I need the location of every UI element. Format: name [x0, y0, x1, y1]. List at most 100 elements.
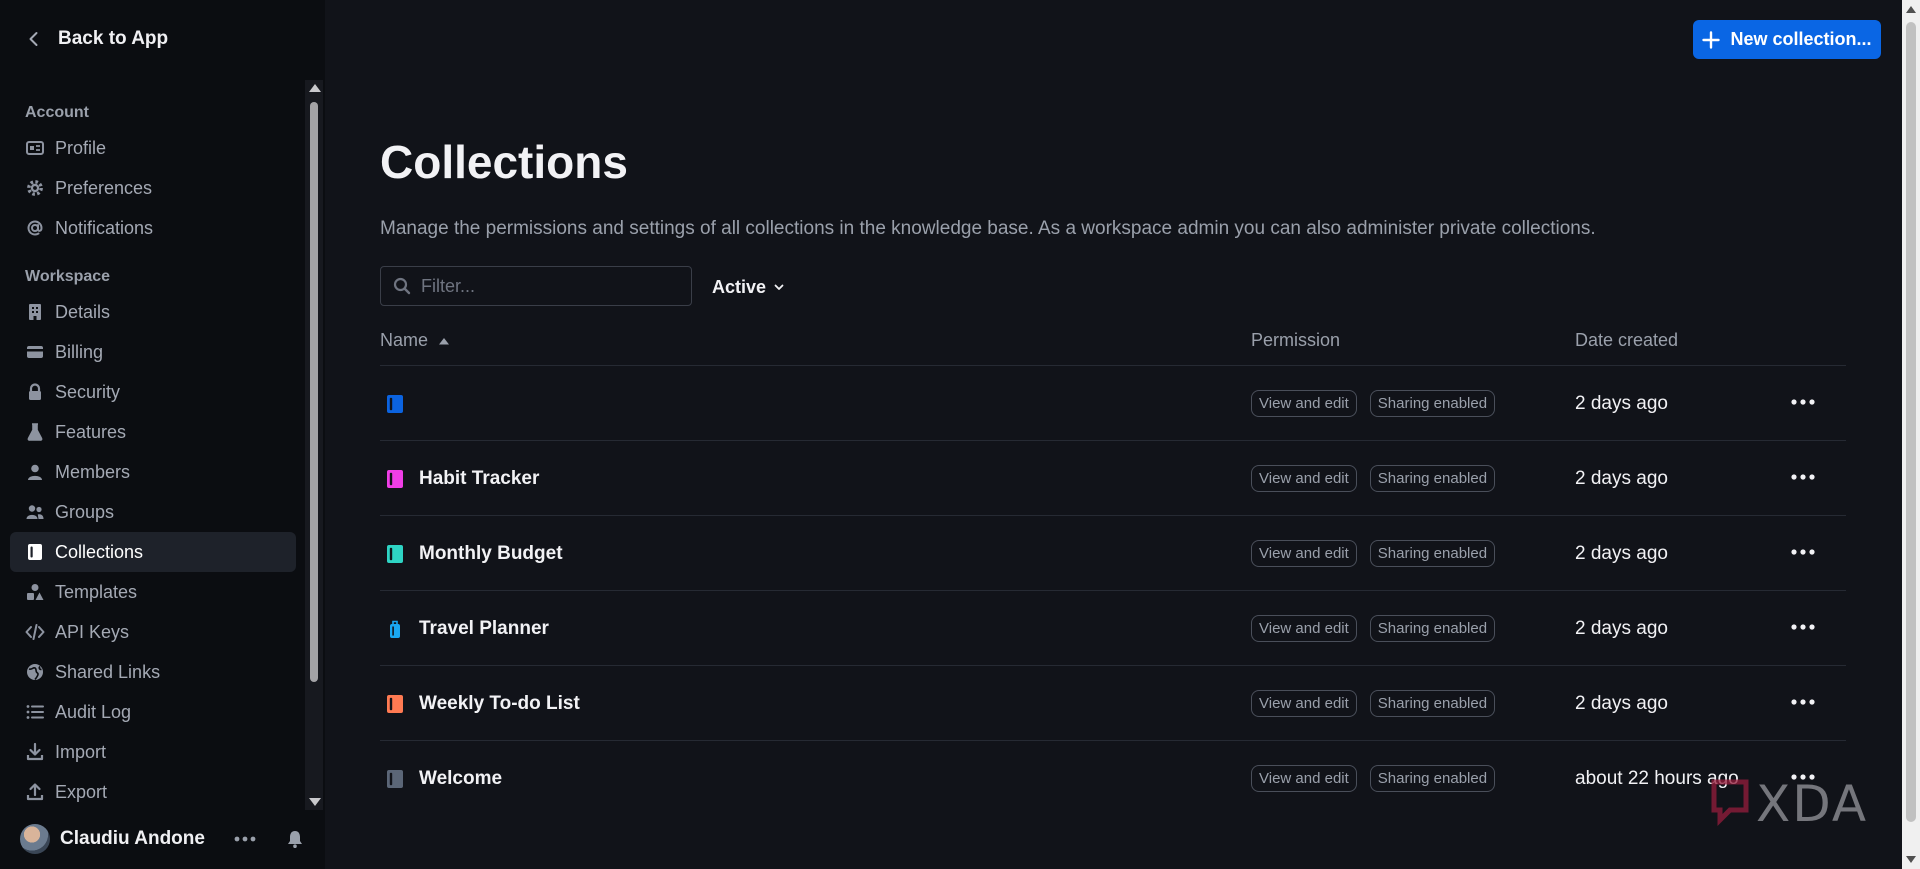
collection-name-cell[interactable]: Welcome: [385, 741, 502, 816]
sort-ascending-icon: [439, 337, 450, 344]
page-title: Collections: [380, 136, 628, 188]
sidebar-item-members[interactable]: Members: [10, 452, 296, 492]
sidebar-item-templates[interactable]: Templates: [10, 572, 296, 612]
sidebar-item-audit-log[interactable]: Audit Log: [10, 692, 296, 732]
sidebar-scrollbar[interactable]: [305, 80, 323, 810]
page-scroll-down-icon[interactable]: [1906, 856, 1916, 863]
sidebar-item-label: Preferences: [55, 177, 153, 198]
table-row[interactable]: Monthly Budget View and edit Sharing ena…: [380, 516, 1846, 591]
filter-field[interactable]: [380, 266, 692, 306]
column-date-label: Date created: [1575, 330, 1679, 350]
collection-icon: [385, 469, 405, 489]
xda-watermark: XDA: [1708, 775, 1868, 833]
user-menu-button[interactable]: [232, 826, 258, 852]
permission-cell: View and edit Sharing enabled: [1251, 591, 1496, 666]
sidebar-item-export[interactable]: Export: [10, 772, 296, 810]
sidebar-item-groups[interactable]: Groups: [10, 492, 296, 532]
collection-name-cell[interactable]: Monthly Budget: [385, 516, 563, 591]
permission-badge: View and edit: [1251, 465, 1357, 492]
user-name[interactable]: Claudiu Andone: [60, 828, 205, 850]
collection-name: Travel Planner: [419, 617, 549, 639]
sidebar-item-collections[interactable]: Collections: [10, 532, 296, 572]
sidebar-item-label: Notifications: [55, 217, 154, 238]
column-header-permission[interactable]: Permission: [1251, 330, 1340, 351]
table-row[interactable]: Habit Tracker View and edit Sharing enab…: [380, 441, 1846, 516]
page-description: Manage the permissions and settings of a…: [380, 218, 1596, 239]
download-icon: [25, 742, 45, 762]
sidebar-scroll-thumb[interactable]: [310, 102, 318, 682]
new-collection-button[interactable]: New collection...: [1693, 20, 1881, 59]
table-row[interactable]: Welcome View and edit Sharing enabled ab…: [380, 741, 1846, 816]
sidebar-item-label: Groups: [55, 501, 115, 522]
new-collection-label: New collection...: [1730, 29, 1872, 49]
sidebar-item-label: Profile: [55, 137, 107, 158]
permission-cell: View and edit Sharing enabled: [1251, 741, 1496, 816]
more-horizontal-icon: [1791, 699, 1815, 705]
sidebar-item-billing[interactable]: Billing: [10, 332, 296, 372]
sharing-badge: Sharing enabled: [1369, 615, 1496, 642]
collection-icon: [385, 544, 405, 564]
notifications-button[interactable]: [282, 826, 308, 852]
sidebar-item-preferences[interactable]: Preferences: [10, 168, 296, 208]
page-scroll-up-icon[interactable]: [1906, 6, 1916, 13]
date-created-cell: 2 days ago: [1575, 542, 1668, 564]
settings-nav: Account Profile Preferences Notifications Wo…: [0, 80, 306, 810]
table-row[interactable]: View and edit Sharing enabled 2 days ago: [380, 366, 1846, 441]
sidebar-item-notifications[interactable]: Notifications: [10, 208, 296, 248]
sidebar-item-shared-links[interactable]: Shared Links: [10, 652, 296, 692]
back-to-app-label: Back to App: [58, 28, 169, 49]
collection-icon: [25, 542, 45, 562]
collection-name-cell[interactable]: Habit Tracker: [385, 441, 539, 516]
sharing-badge: Sharing enabled: [1369, 390, 1496, 417]
page-scroll-thumb[interactable]: [1906, 22, 1916, 822]
sidebar-item-security[interactable]: Security: [10, 372, 296, 412]
status-filter-dropdown[interactable]: Active: [712, 274, 786, 300]
row-actions-button[interactable]: [1788, 615, 1818, 639]
plus-icon: [1702, 30, 1721, 49]
row-actions-button[interactable]: [1788, 390, 1818, 414]
beaker-icon: [25, 422, 45, 442]
back-to-app-link[interactable]: Back to App: [24, 24, 168, 54]
sidebar-item-api-keys[interactable]: API Keys: [10, 612, 296, 652]
table-row[interactable]: Weekly To-do List View and edit Sharing …: [380, 666, 1846, 741]
permission-badge: View and edit: [1251, 540, 1357, 567]
row-actions-button[interactable]: [1788, 540, 1818, 564]
page-scrollbar[interactable]: [1902, 0, 1920, 869]
row-actions-button[interactable]: [1788, 465, 1818, 489]
sidebar-item-label: Billing: [55, 341, 104, 362]
credit-card-icon: [25, 342, 45, 362]
column-header-date[interactable]: Date created: [1575, 330, 1678, 351]
sharing-badge: Sharing enabled: [1369, 465, 1496, 492]
sidebar-item-features[interactable]: Features: [10, 412, 296, 452]
row-actions-button[interactable]: [1788, 690, 1818, 714]
collection-name: Weekly To-do List: [419, 692, 580, 714]
permission-badge: View and edit: [1251, 690, 1357, 717]
collection-name-cell[interactable]: [385, 366, 419, 441]
sidebar-item-details[interactable]: Details: [10, 292, 296, 332]
scroll-up-icon[interactable]: [309, 84, 321, 92]
upload-icon: [25, 782, 45, 802]
user-icon: [25, 462, 45, 482]
list-icon: [25, 702, 45, 722]
date-created-cell: 2 days ago: [1575, 617, 1668, 639]
collection-name-cell[interactable]: Travel Planner: [385, 591, 549, 666]
column-header-name[interactable]: Name: [380, 330, 450, 351]
scroll-down-icon[interactable]: [309, 798, 321, 806]
sidebar-item-label: Details: [55, 301, 111, 322]
table-body: View and edit Sharing enabled 2 days ago…: [380, 366, 1846, 816]
settings-sidebar: Back to App Account Profile Preferences Not…: [0, 0, 325, 869]
collection-name: Monthly Budget: [419, 542, 563, 564]
permission-cell: View and edit Sharing enabled: [1251, 366, 1496, 441]
table-row[interactable]: Travel Planner View and edit Sharing ena…: [380, 591, 1846, 666]
gear-icon: [25, 178, 45, 198]
avatar[interactable]: [20, 824, 50, 854]
permission-badge: View and edit: [1251, 765, 1357, 792]
sidebar-item-profile[interactable]: Profile: [10, 128, 296, 168]
lock-icon: [25, 382, 45, 402]
sidebar-item-import[interactable]: Import: [10, 732, 296, 772]
collection-name-cell[interactable]: Weekly To-do List: [385, 666, 580, 741]
filter-input[interactable]: [421, 275, 671, 297]
date-created-cell: 2 days ago: [1575, 392, 1668, 414]
collections-table: Name Permission Date created View and ed…: [380, 320, 1846, 816]
bell-icon: [288, 831, 302, 848]
